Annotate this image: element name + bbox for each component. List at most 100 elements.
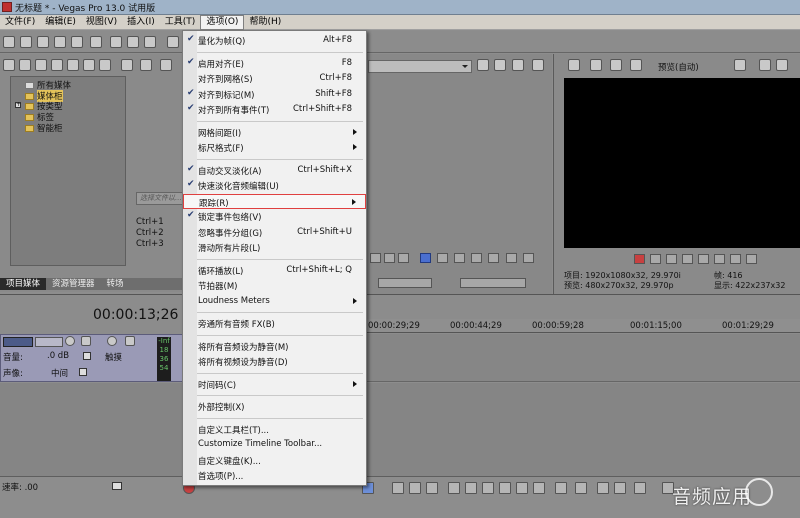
menu-item[interactable]: 将所有音频设为静音(M) [183, 339, 366, 354]
undo-icon[interactable] [167, 36, 179, 48]
menu-item[interactable]: 循环播放(L) Ctrl+Shift+L; Q [183, 263, 366, 278]
solo-icon[interactable] [125, 336, 135, 346]
fx-icon[interactable] [610, 59, 622, 71]
next-frame-icon[interactable] [398, 253, 409, 263]
play-icon[interactable] [160, 59, 172, 71]
menu-item[interactable]: 自定义工具栏(T)... [183, 422, 366, 437]
touch-mode-label[interactable]: 触摸 [105, 351, 122, 363]
media-search-input[interactable]: 选择文件以... [136, 192, 184, 205]
tree-item-by-type[interactable]: 按类型 [25, 101, 63, 112]
selection-tool-icon[interactable] [409, 482, 421, 494]
trim-end-icon[interactable] [499, 482, 511, 494]
menu-item[interactable]: 对齐到网格(S) Ctrl+F8 [183, 71, 366, 86]
preview-quality-dropdown[interactable]: 预览(自动) [658, 61, 699, 73]
trimmer-tool-icon[interactable] [512, 59, 524, 71]
remove-media-icon[interactable] [51, 59, 63, 71]
tree-item-tags[interactable]: 标签 [25, 112, 54, 123]
trimmer-tool-icon[interactable] [494, 59, 506, 71]
menu-item[interactable]: 将所有视频设为静音(D) [183, 354, 366, 369]
marker-icon[interactable] [437, 253, 448, 263]
collapse-icon[interactable] [121, 59, 133, 71]
menu-view[interactable]: 视图(V) [81, 15, 122, 30]
auto-crossfade-icon[interactable] [614, 482, 626, 494]
menu-item[interactable]: ✔ 启用对齐(E) F8 [183, 56, 366, 71]
properties-icon[interactable] [568, 59, 580, 71]
properties-icon[interactable] [90, 36, 102, 48]
external-monitor-icon[interactable] [590, 59, 602, 71]
menu-item[interactable]: ✔ 量化为帧(Q) Alt+F8 [183, 33, 366, 48]
zoom-tool-icon[interactable] [426, 482, 438, 494]
menu-help[interactable]: 帮助(H) [244, 15, 286, 30]
menu-item[interactable]: 旁通所有音频 FX(B) [183, 316, 366, 331]
audio-track-lane[interactable] [366, 334, 800, 382]
pan-slider[interactable] [79, 368, 87, 376]
capture-icon[interactable] [19, 59, 31, 71]
menu-item[interactable]: 跟踪(R) [183, 193, 366, 209]
rewind-icon[interactable] [370, 253, 381, 263]
open-folder-icon[interactable] [20, 36, 32, 48]
add-to-timeline-icon[interactable] [506, 253, 517, 263]
menu-item[interactable]: 时间码(C) [183, 377, 366, 392]
track-fx-icon[interactable] [81, 336, 91, 346]
tree-item-all-media[interactable]: 所有媒体 [25, 80, 71, 91]
split-icon[interactable] [516, 482, 528, 494]
monitor-icon[interactable] [532, 59, 544, 71]
pause-icon[interactable] [698, 254, 709, 264]
arm-record-icon[interactable] [65, 336, 75, 346]
delete-icon[interactable] [448, 482, 460, 494]
menu-insert[interactable]: 插入(I) [122, 15, 160, 30]
track-name-field[interactable] [35, 337, 63, 347]
region-icon[interactable] [454, 253, 465, 263]
menu-options[interactable]: 选项(O) [200, 14, 245, 30]
prev-icon[interactable] [140, 59, 152, 71]
loop-icon[interactable] [420, 253, 431, 263]
region-icon[interactable] [575, 482, 587, 494]
menu-item[interactable]: ✔ 对齐到标记(M) Shift+F8 [183, 87, 366, 102]
menu-item[interactable]: 忽略事件分组(G) Ctrl+Shift+U [183, 225, 366, 240]
envelope-tool-icon[interactable] [392, 482, 404, 494]
media-fx-icon[interactable] [67, 59, 79, 71]
menu-file[interactable]: 文件(F) [0, 15, 40, 30]
menu-item[interactable]: 外部控制(X) [183, 399, 366, 414]
volume-slider[interactable] [83, 352, 91, 360]
menu-item[interactable]: 节拍器(M) [183, 278, 366, 293]
trim-icon[interactable] [465, 482, 477, 494]
menu-item[interactable]: ✔ 快速淡化音频编辑(U) [183, 178, 366, 193]
rate-slider[interactable] [112, 482, 122, 490]
render-icon[interactable] [71, 36, 83, 48]
paste-icon[interactable] [144, 36, 156, 48]
views-icon[interactable] [99, 59, 111, 71]
expand-icon[interactable]: + [15, 102, 21, 108]
menu-item[interactable]: Customize Timeline Toolbar... [183, 437, 366, 452]
refresh-icon[interactable] [83, 59, 95, 71]
menu-item[interactable]: 首选项(P)... [183, 468, 366, 483]
menu-edit[interactable]: 编辑(E) [40, 15, 81, 30]
get-media-icon[interactable] [35, 59, 47, 71]
trim-start-icon[interactable] [482, 482, 494, 494]
new-file-icon[interactable] [3, 36, 15, 48]
loop-playback-icon[interactable] [650, 254, 661, 264]
in-point-icon[interactable] [471, 253, 482, 263]
stop-icon[interactable] [714, 254, 725, 264]
cut-icon[interactable] [110, 36, 122, 48]
play-icon[interactable] [682, 254, 693, 264]
prev-frame-icon[interactable] [384, 253, 395, 263]
menu-item[interactable]: 自定义键盘(K)... [183, 453, 366, 468]
go-to-start-icon[interactable] [730, 254, 741, 264]
timeline-ruler[interactable]: 00:00:29;29 00:00:44;29 00:00:59;28 00:0… [366, 319, 800, 333]
ripple-edit-icon[interactable] [634, 482, 646, 494]
import-media-icon[interactable] [3, 59, 15, 71]
record-icon[interactable] [634, 254, 645, 264]
menu-item[interactable]: Loudness Meters [183, 294, 366, 309]
menu-item[interactable]: ✔ 对齐到所有事件(T) Ctrl+Shift+F8 [183, 102, 366, 117]
save-as-icon[interactable] [54, 36, 66, 48]
save-snapshot-icon[interactable] [776, 59, 788, 71]
snap-icon[interactable] [597, 482, 609, 494]
menu-item[interactable]: 网格间距(I) [183, 125, 366, 140]
tree-item-smart-bins[interactable]: 智能柜 [25, 123, 63, 134]
save-icon[interactable] [37, 36, 49, 48]
menu-item[interactable]: 标尺格式(F) [183, 140, 366, 155]
add-to-timeline-end-icon[interactable] [523, 253, 534, 263]
out-point-icon[interactable] [488, 253, 499, 263]
tab-project-media[interactable]: 项目媒体 [0, 278, 47, 290]
